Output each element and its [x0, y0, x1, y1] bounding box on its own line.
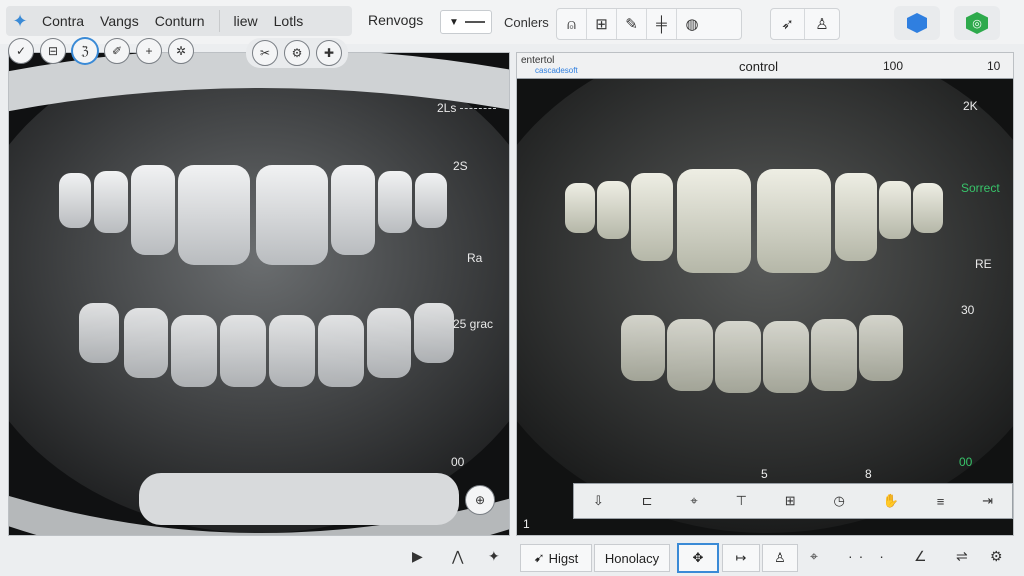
- honolacy-button[interactable]: Honolacy: [594, 544, 670, 572]
- user-icon: ♙: [774, 550, 786, 565]
- right-viewport[interactable]: entertol cascadesoft control 100 10 2K S…: [516, 52, 1014, 536]
- check-tool-icon[interactable]: ✓: [8, 38, 34, 64]
- overlay-2s: 2S: [453, 159, 468, 173]
- mode-dropdown[interactable]: ▼: [440, 10, 492, 34]
- stamp-tool-icon[interactable]: ♙: [805, 9, 839, 39]
- app-logo-icon[interactable]: ✦: [6, 7, 34, 35]
- curve-tool-icon[interactable]: ℨ: [72, 38, 98, 64]
- right-dental-image: [517, 53, 1013, 535]
- dropdown-arrow-icon: ▼: [449, 16, 459, 28]
- bottom-mark-5: 5: [761, 467, 768, 481]
- main-menu: ✦ Contra Vangs Conturn liew Lotls: [6, 6, 352, 36]
- pan-button[interactable]: ✥: [678, 544, 718, 572]
- arrow-right-button[interactable]: ↦: [722, 544, 760, 572]
- marker-icon[interactable]: ⊤: [736, 493, 747, 509]
- statusbar: ▶ ⋀ ✦ ➹ Higst Honolacy ✥ ↦ ♙ ⌖ ·· · ∠ ⇌ …: [0, 540, 1024, 576]
- menu-vangs[interactable]: Vangs: [92, 6, 147, 36]
- bracket-icon[interactable]: ⊏: [642, 493, 653, 509]
- ruler-10-label: 10: [987, 59, 1001, 73]
- menu-lotls[interactable]: Lotls: [266, 6, 312, 36]
- overlay-re: RE: [975, 257, 992, 271]
- location-icon[interactable]: ⌖: [810, 548, 818, 565]
- gear-tool-icon[interactable]: ⚙: [284, 40, 310, 66]
- menu-contra[interactable]: Contra: [34, 6, 92, 36]
- grid-icon[interactable]: ⊞: [785, 493, 796, 509]
- menu-divider: [218, 10, 220, 32]
- clock-icon[interactable]: ◷: [834, 493, 845, 509]
- dots-icon: ·· ·: [848, 548, 890, 564]
- grid-tool-icon[interactable]: ⊞: [587, 9, 617, 39]
- brush-tool-icon[interactable]: ✐: [104, 38, 130, 64]
- bottom-left-mark: 1: [523, 517, 530, 531]
- higst-label: Higst: [548, 550, 579, 566]
- ruler-100-label: 100: [883, 59, 904, 73]
- angle-icon[interactable]: ∠: [914, 548, 927, 565]
- top-ruler: entertol cascadesoft control 100 10: [517, 53, 1013, 79]
- overlay-00: 00: [451, 455, 465, 469]
- hand-icon[interactable]: ✋: [883, 493, 899, 509]
- cut-tool-icon[interactable]: ✂: [252, 40, 278, 66]
- overlay-25grac: 25 grac: [453, 317, 494, 331]
- measure-toolbar: ⍝ ⊞ ✎ ╪ ◍: [556, 8, 742, 40]
- add-tool-icon[interactable]: +: [136, 38, 162, 64]
- dropdown-bar-icon: [464, 21, 485, 23]
- overlay-2k: 2K: [963, 99, 978, 113]
- nav-toolbar: ➶ ♙: [770, 8, 840, 40]
- conters-label: Conlers: [504, 15, 549, 30]
- export-icon[interactable]: ⇥: [982, 493, 993, 509]
- corner-subtitle: cascadesoft: [535, 66, 578, 75]
- zoom-reset-icon[interactable]: ⊕: [465, 485, 495, 515]
- left-dental-image: [9, 53, 509, 535]
- bottom-mark-8: 8: [865, 467, 872, 481]
- pencil-tool-icon[interactable]: ✎: [617, 9, 647, 39]
- arrow-right-icon: ↦: [735, 550, 747, 565]
- globe-tool-icon[interactable]: ◍: [677, 9, 707, 39]
- mountain-icon[interactable]: ⋀: [452, 548, 463, 565]
- higst-button[interactable]: ➹ Higst: [520, 544, 592, 572]
- corner-title: entertol: [521, 55, 555, 66]
- view-tools: ✓ ⊟ ℨ ✐ + ✲: [8, 38, 194, 70]
- user-button[interactable]: ♙: [762, 544, 798, 572]
- pan-icon: ✥: [692, 550, 704, 565]
- anchor-tool-icon[interactable]: ⍝: [557, 9, 587, 39]
- menu-view[interactable]: liew: [226, 6, 266, 36]
- overlay-2ls: 2Ls: [437, 101, 497, 115]
- bottom-ruler-tools: ⇩ ⊏ ⌖ ⊤ ⊞ ◷ ✋ ≡ ⇥: [573, 483, 1013, 519]
- honolacy-label: Honolacy: [604, 550, 660, 566]
- star-icon[interactable]: ✦: [488, 548, 500, 565]
- hexagon-blue-icon: [907, 13, 927, 33]
- higst-icon: ➹: [533, 550, 545, 565]
- hexagon-green-icon: ◎: [966, 12, 988, 34]
- adjust-icon[interactable]: ⇌: [956, 548, 968, 565]
- crosshair-tool-icon[interactable]: ╪: [647, 9, 677, 39]
- control-label: control: [739, 59, 779, 74]
- menu-renvogs[interactable]: Renvogs: [368, 12, 423, 28]
- hexagon-green-button[interactable]: ◎: [954, 6, 1000, 40]
- gear-icon[interactable]: ⚙: [990, 548, 1003, 565]
- overlay-ra: Ra: [467, 251, 483, 265]
- target-icon[interactable]: ⌖: [690, 493, 697, 509]
- view-tools-secondary: ✂ ⚙ ✚: [246, 38, 348, 68]
- overlay-sorrect: Sorrect: [961, 181, 1000, 195]
- overlay-30: 30: [961, 303, 975, 317]
- pointer-tool-icon[interactable]: ➶: [771, 9, 805, 39]
- settings-tool-icon[interactable]: ✲: [168, 38, 194, 64]
- left-viewport[interactable]: 2Ls 2S Ra 25 grac 00 ⊕: [8, 52, 510, 536]
- menu-icon[interactable]: ≡: [937, 494, 945, 509]
- play-icon[interactable]: ▶: [412, 548, 423, 565]
- overlay-00-right: 00: [959, 455, 973, 469]
- menu-conturn[interactable]: Conturn: [147, 6, 213, 36]
- down-arrow-icon[interactable]: ⇩: [593, 493, 604, 509]
- frame-tool-icon[interactable]: ⊟: [40, 38, 66, 64]
- hexagon-blue-button[interactable]: [894, 6, 940, 40]
- plus-tool-icon[interactable]: ✚: [316, 40, 342, 66]
